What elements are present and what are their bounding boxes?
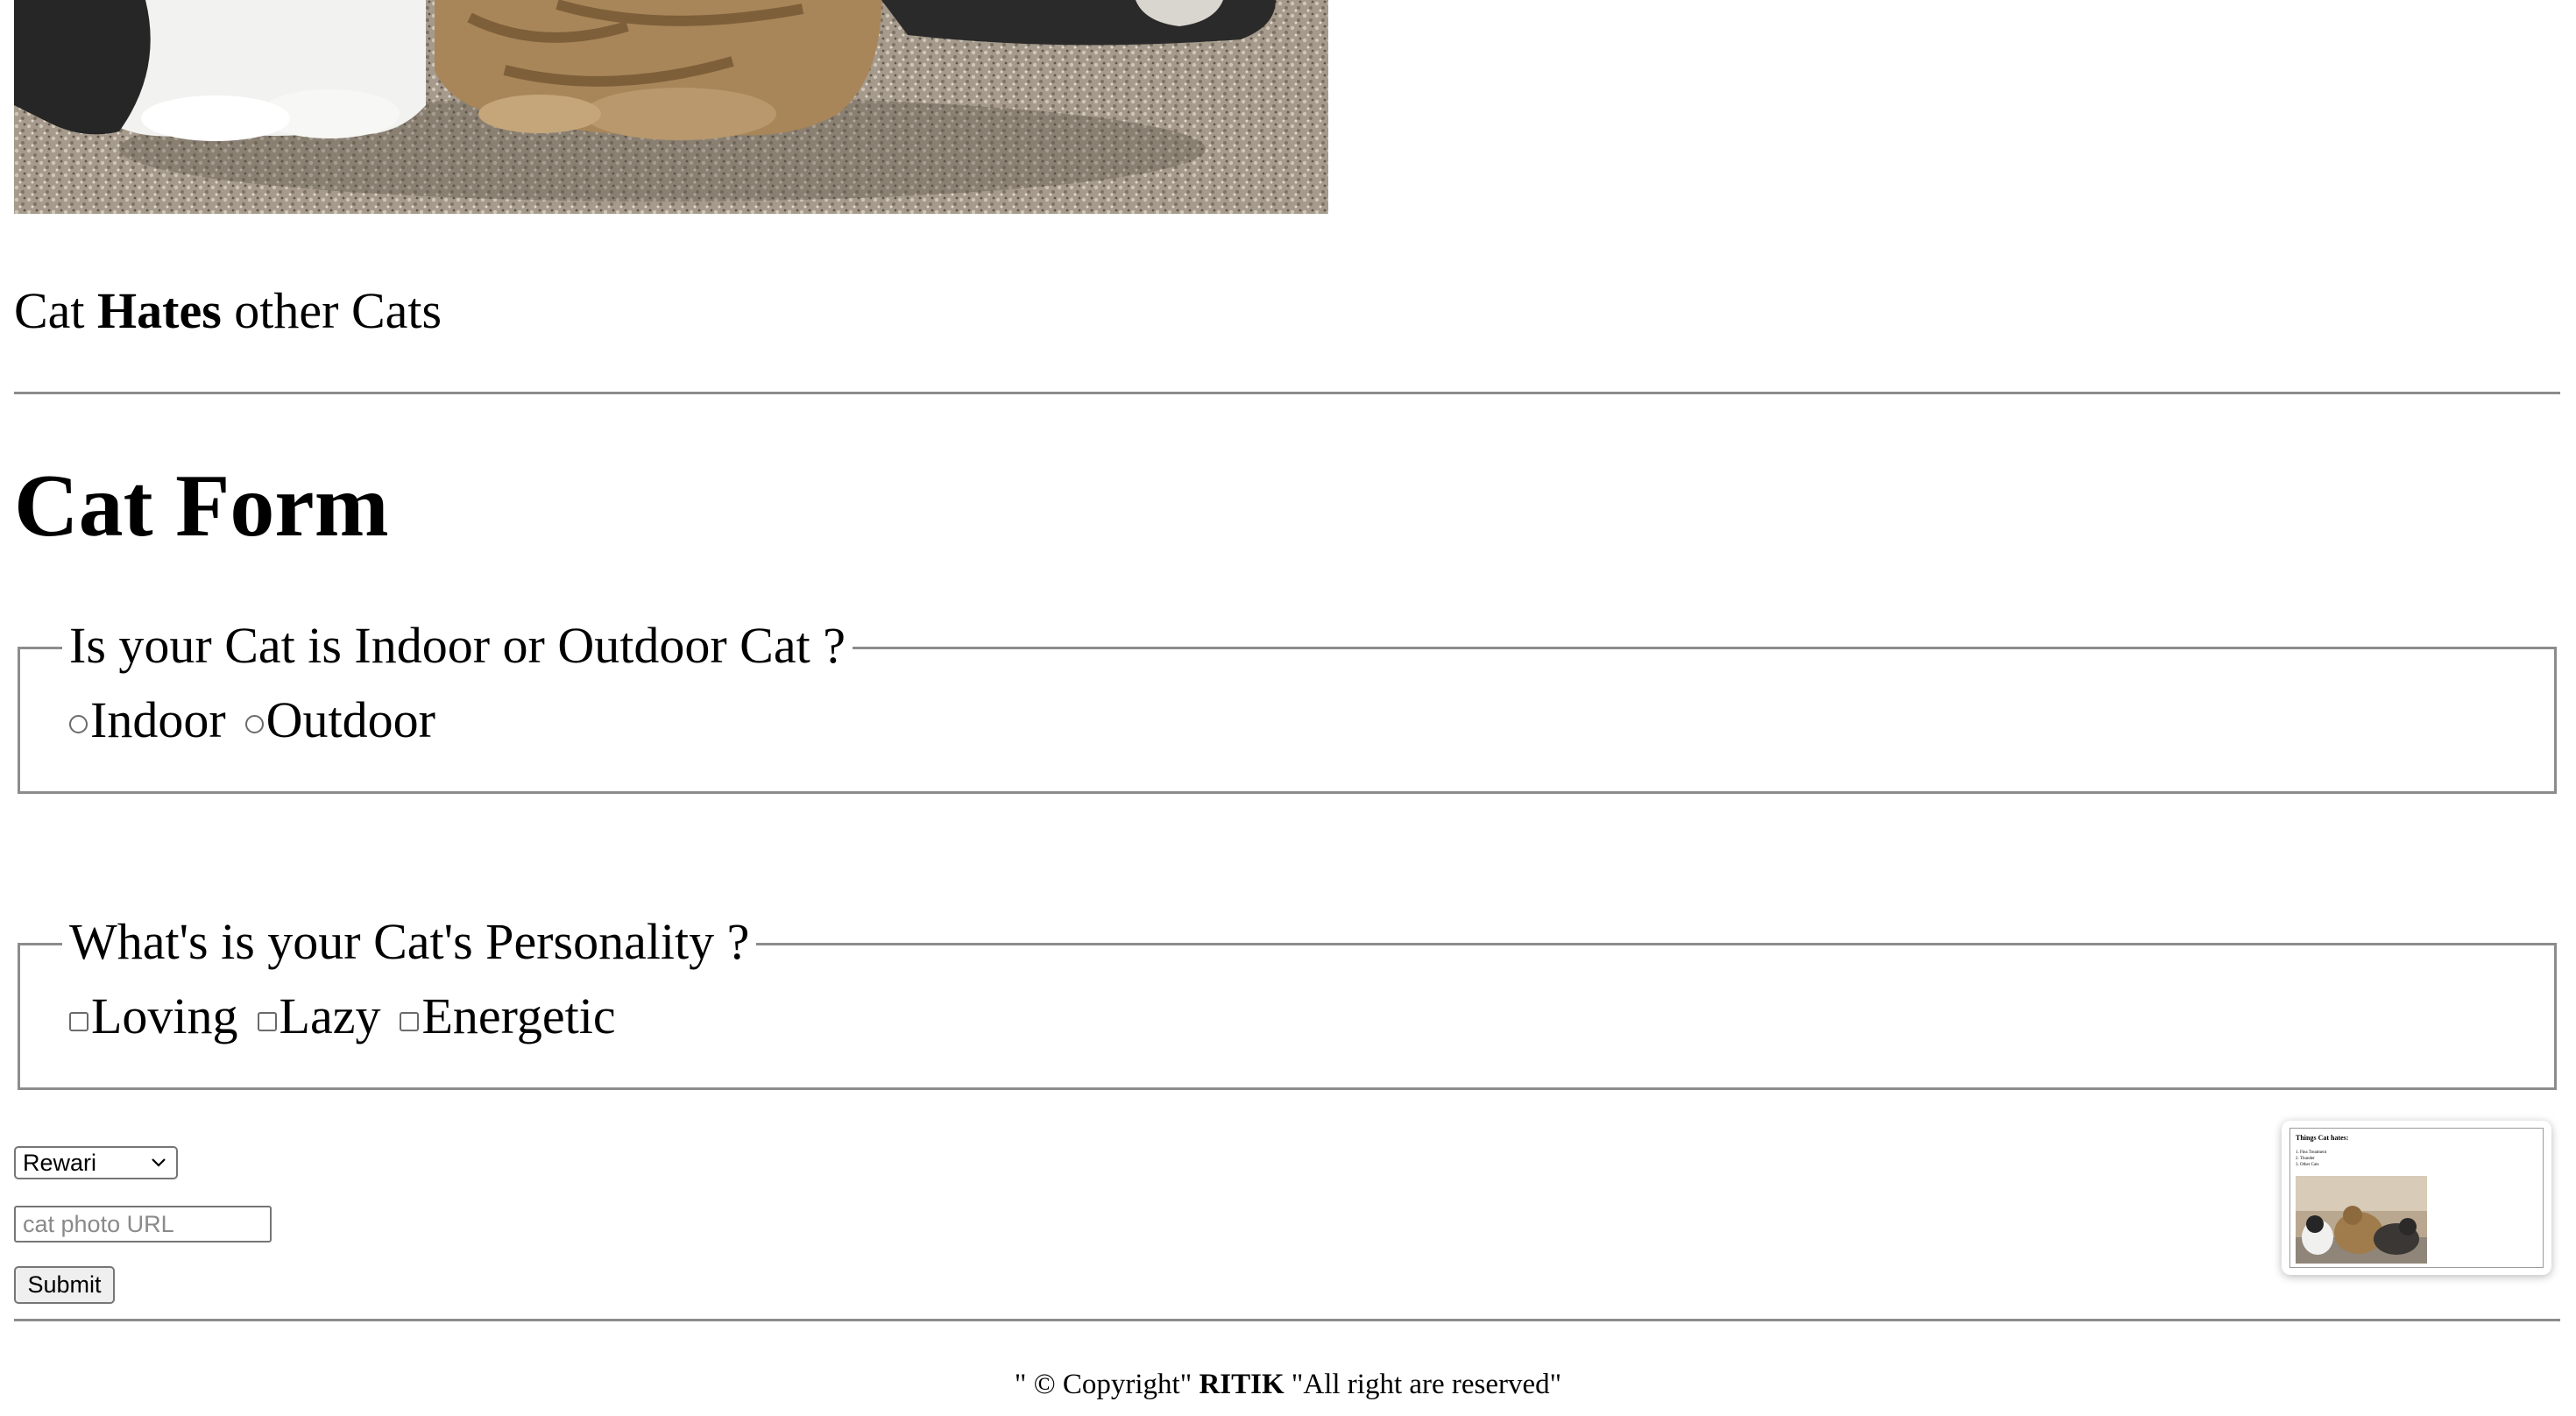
indoor-radio[interactable] xyxy=(69,714,88,733)
divider-bottom xyxy=(14,1319,2560,1321)
energetic-label: Energetic xyxy=(421,988,616,1044)
city-select[interactable]: Rewari xyxy=(14,1146,178,1179)
indoor-label: Indoor xyxy=(90,691,226,748)
personality-fieldset: What's is your Cat's Personality ? Lovin… xyxy=(18,907,2557,1090)
form-title: Cat Form xyxy=(14,457,389,556)
footer-copyright: " © Copyright" RITIK "All right are rese… xyxy=(0,1365,2576,1404)
indoor-option[interactable]: Indoor xyxy=(69,685,226,755)
preview-list: 1. Flea Treatment 2. Thunder 3. Other Ca… xyxy=(2296,1150,2326,1168)
cat-photo xyxy=(14,0,1328,214)
loving-label: Loving xyxy=(91,988,238,1044)
preview-title: Things Cat hates: xyxy=(2296,1134,2349,1142)
location-legend: Is your Cat is Indoor or Outdoor Cat ? xyxy=(62,611,853,681)
page-preview-thumbnail[interactable]: Things Cat hates: 1. Flea Treatment 2. T… xyxy=(2282,1121,2551,1275)
footer-prefix: " © Copyright" xyxy=(1014,1369,1200,1400)
outdoor-label: Outdoor xyxy=(265,691,435,748)
preview-cat-graphic xyxy=(2296,1176,2427,1264)
location-fieldset: Is your Cat is Indoor or Outdoor Cat ? I… xyxy=(18,611,2557,794)
chevron-down-icon xyxy=(150,1150,167,1181)
preview-list-item: 1. Flea Treatment xyxy=(2296,1150,2327,1155)
page-preview-frame: Things Cat hates: 1. Flea Treatment 2. T… xyxy=(2289,1128,2544,1268)
hates-bold: Hates xyxy=(97,282,222,339)
divider-top xyxy=(14,392,2560,394)
lazy-option[interactable]: Lazy xyxy=(257,981,381,1051)
personality-options: Loving Lazy Energetic xyxy=(69,981,635,1051)
hates-suffix: other Cats xyxy=(221,282,442,339)
outdoor-option[interactable]: Outdoor xyxy=(244,685,435,755)
energetic-checkbox[interactable] xyxy=(400,1012,420,1031)
footer-suffix: "All right are reserved" xyxy=(1284,1369,1562,1400)
cat-photo-url-input[interactable] xyxy=(14,1206,272,1243)
cat-photo-graphic xyxy=(14,0,1328,214)
preview-list-item: 3. Other Cats xyxy=(2296,1163,2319,1167)
lazy-checkbox[interactable] xyxy=(257,1012,277,1031)
outdoor-radio[interactable] xyxy=(244,714,264,733)
submit-button[interactable]: Submit xyxy=(14,1266,115,1304)
loving-checkbox[interactable] xyxy=(69,1012,88,1031)
cat-hates-text: Cat Hates other Cats xyxy=(14,279,442,343)
city-select-value: Rewari xyxy=(23,1149,97,1176)
preview-list-item: 2. Thunder xyxy=(2296,1157,2315,1161)
hates-prefix: Cat xyxy=(14,282,98,339)
lazy-label: Lazy xyxy=(279,988,381,1044)
preview-cat-image xyxy=(2296,1176,2427,1264)
footer-author: RITIK xyxy=(1199,1369,1284,1400)
location-options: Indoor Outdoor xyxy=(69,685,455,755)
personality-legend: What's is your Cat's Personality ? xyxy=(62,907,757,977)
loving-option[interactable]: Loving xyxy=(69,981,238,1051)
energetic-option[interactable]: Energetic xyxy=(400,981,616,1051)
